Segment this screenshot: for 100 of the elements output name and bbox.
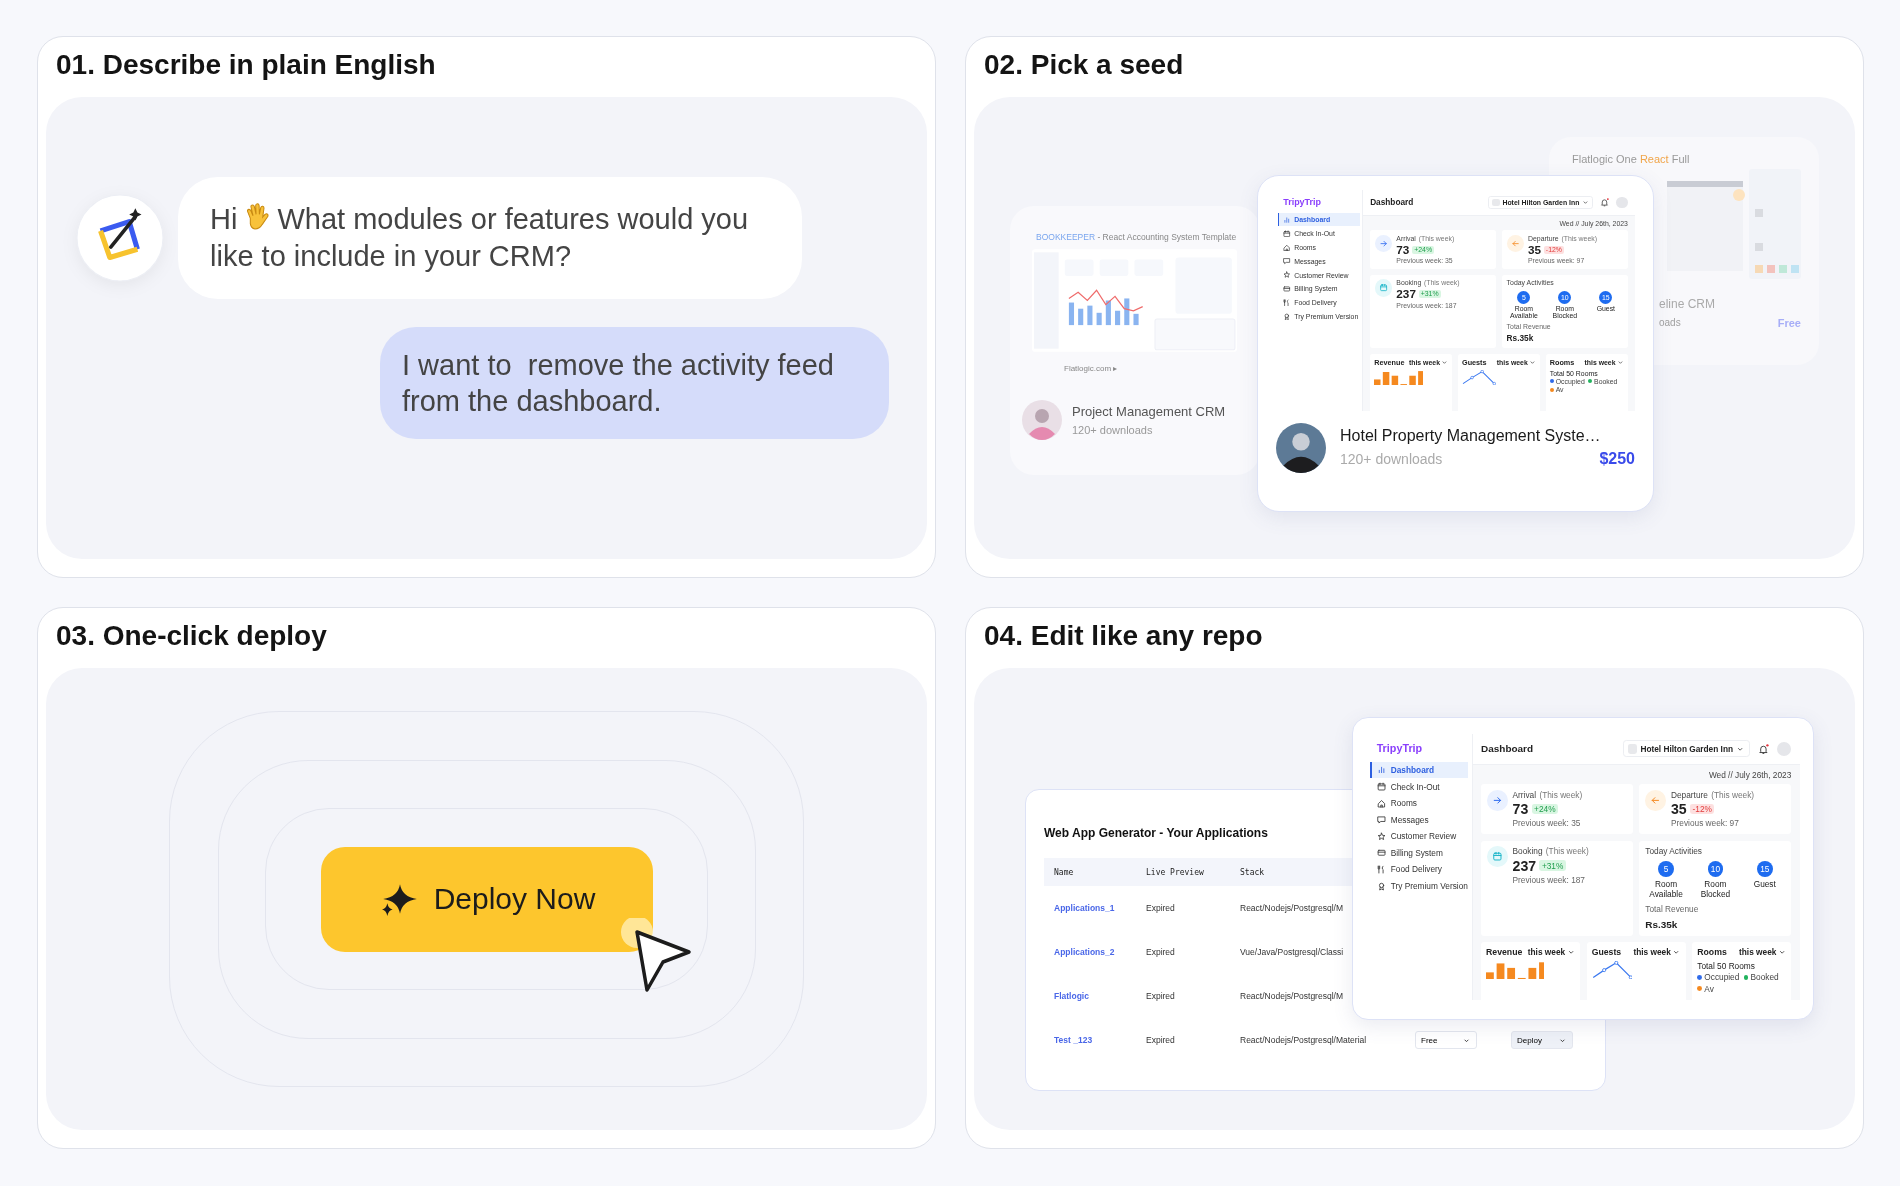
page-title: Dashboard: [1370, 197, 1415, 207]
app-link[interactable]: Flatlogic: [1044, 991, 1136, 1001]
award-icon: [1283, 312, 1291, 321]
stat-period: (This week): [1539, 789, 1583, 800]
download-count: oads: [1659, 317, 1681, 329]
chat-icon: [1377, 815, 1387, 825]
activity-label: Room Available: [1648, 878, 1684, 899]
chevron-down-icon: [1672, 948, 1681, 957]
rooms-total: Total 50 Rooms: [1697, 960, 1755, 971]
stat-value: 237: [1512, 857, 1537, 874]
bar-chart-drawing: [1374, 369, 1423, 385]
previous-week-text: Previous week: 187: [1512, 874, 1586, 885]
nav-item[interactable]: Check In-Out: [1370, 778, 1469, 795]
table-cell-text: Expired: [1145, 903, 1176, 913]
count-badge: 15: [1756, 861, 1773, 878]
app-link[interactable]: Applications_2: [1044, 947, 1136, 957]
download-count: 120+ downloads: [1340, 451, 1443, 468]
revenue-value: Rs.35k: [1645, 918, 1678, 930]
stat-value: 73: [1512, 801, 1529, 817]
legend-label: Booked: [1750, 972, 1779, 983]
seed-name: Project Management CRM: [1072, 404, 1226, 419]
widget-title: Guests: [1591, 947, 1622, 958]
card-title: Today Activities: [1645, 846, 1702, 857]
stat-period: (This week): [1711, 789, 1755, 800]
period-select[interactable]: this week: [1527, 947, 1576, 958]
seed-card[interactable]: [1257, 175, 1654, 512]
legend-label: Occupied: [1704, 972, 1740, 983]
app-link[interactable]: Applications_1: [1044, 903, 1136, 913]
table-cell-text: React/Nodejs/Postgresql/M: [1239, 991, 1344, 1001]
brand-logo: TripyTrip: [1282, 195, 1323, 209]
widget-title: Rooms: [1697, 947, 1727, 958]
fork-knife-icon: [1377, 864, 1387, 875]
calendar-icon: [1374, 279, 1393, 297]
bell-icon[interactable]: [1758, 743, 1769, 755]
chevron-down-icon: [1778, 948, 1787, 957]
stat-value: 35: [1528, 243, 1542, 257]
deploy-button[interactable]: Deploy Now: [320, 846, 653, 952]
table-cell-text: Expired: [1145, 947, 1176, 957]
stat-value: 73: [1396, 243, 1410, 257]
table-cell-text: React/Nodejs/Postgresql/M: [1239, 903, 1344, 913]
hotel-select[interactable]: Hotel Hilton Garden Inn: [1622, 740, 1750, 758]
date-text: Wed // July 26th, 2023: [1707, 769, 1792, 780]
card-title: 01. Describe in plain English: [55, 48, 437, 82]
chevron-down-icon: [1582, 198, 1589, 206]
star-icon: [1283, 271, 1291, 279]
site-link[interactable]: Flatlogic.com ▸: [1064, 364, 1118, 373]
chat-icon: [1283, 257, 1291, 266]
chevron-down-icon: [1529, 358, 1536, 366]
nav-item[interactable]: Try Premium Version: [1370, 878, 1469, 894]
chevron-down-icon: [1566, 948, 1576, 957]
nav-item[interactable]: Food Delivery: [1370, 861, 1469, 878]
template-brand: BOOKKEEPER: [1036, 232, 1096, 242]
brand-logo: TripyTrip: [1375, 741, 1424, 756]
plan-select[interactable]: Free: [1415, 1031, 1477, 1049]
wand-logo-icon: [76, 194, 164, 282]
chevron-down-icon: [1616, 358, 1624, 366]
activity-label: Guest: [1753, 878, 1776, 889]
star-icon: [1377, 831, 1387, 841]
table-cell-text: Expired: [1145, 991, 1176, 1001]
stat-value: 35: [1671, 801, 1687, 817]
change-badge: -12%: [1690, 803, 1715, 815]
nav-item[interactable]: Rooms: [1370, 795, 1469, 811]
deploy-select[interactable]: Deploy: [1511, 1031, 1573, 1049]
price-text: $250: [1599, 450, 1635, 469]
card-title: 03. One-click deploy: [55, 619, 328, 653]
activity-label: Room Blocked: [1699, 878, 1732, 899]
legend-label: Av: [1704, 983, 1714, 994]
bell-icon[interactable]: [1600, 197, 1610, 207]
arrow-right-icon: [1486, 789, 1508, 811]
table-title: Web App Generator - Your Applications: [1044, 826, 1268, 840]
arrow-left-icon: [1506, 235, 1524, 253]
card-icon: [1377, 848, 1387, 858]
assistant-message: Hi What modules or features would you like to include in your CRM?: [178, 177, 802, 299]
app-link[interactable]: Test _123: [1044, 1035, 1136, 1045]
nav-item[interactable]: Billing System: [1370, 845, 1469, 861]
column-header: Live Preview: [1145, 867, 1205, 877]
user-message: I want to remove the activity feed from the dashboard.: [380, 327, 889, 439]
home-icon: [1283, 243, 1291, 252]
table-cell-text: Expired: [1145, 1035, 1176, 1045]
page-title: Dashboard: [1481, 743, 1535, 755]
bar-chart-icon: [1377, 765, 1387, 775]
line-chart-drawing: [1591, 960, 1633, 979]
calendar-icon: [1283, 229, 1291, 238]
table-cell-text: Vue/Java/Postgresql/Classi: [1239, 947, 1345, 957]
period-select[interactable]: this week: [1739, 947, 1787, 958]
column-header: Name: [1053, 867, 1075, 877]
nav-item[interactable]: Customer Review: [1370, 828, 1469, 845]
chevron-down-icon: [1441, 358, 1449, 366]
card-title: 02. Pick a seed: [983, 48, 1185, 82]
revenue-label: Total Revenue: [1645, 903, 1699, 914]
previous-week-text: Previous week: 35: [1512, 818, 1582, 829]
bar-chart-icon: [1283, 216, 1291, 224]
card-icon: [1283, 285, 1291, 293]
seed-name: Hotel Property Management Syste…: [1340, 427, 1602, 446]
previous-week-text: Previous week: 97: [1671, 818, 1740, 829]
template-subtitle: - React Accounting System Template: [1096, 232, 1237, 242]
period-select[interactable]: this week: [1633, 947, 1681, 958]
calendar-icon: [1377, 781, 1387, 792]
nav-item[interactable]: Messages: [1370, 811, 1469, 828]
nav-item[interactable]: Dashboard: [1370, 762, 1469, 778]
